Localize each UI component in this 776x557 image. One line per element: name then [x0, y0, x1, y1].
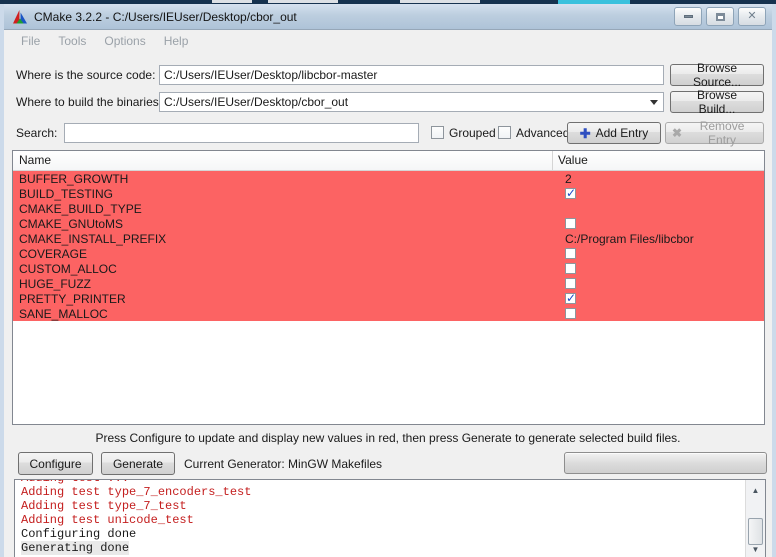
variable-value[interactable]: 2 [559, 172, 764, 186]
maximize-button[interactable] [706, 7, 734, 26]
menu-help[interactable]: Help [155, 34, 198, 48]
column-header-value[interactable]: Value [553, 151, 764, 170]
table-row[interactable]: PRETTY_PRINTER [13, 291, 764, 306]
menu-bar: File Tools Options Help [4, 30, 772, 52]
value-checkbox-checked[interactable] [565, 293, 576, 304]
hint-text: Press Configure to update and display ne… [4, 431, 772, 445]
log-line: Generating done [21, 541, 745, 555]
search-label: Search: [16, 123, 57, 143]
add-entry-button[interactable]: ✚Add Entry [567, 122, 661, 144]
search-input[interactable] [64, 123, 419, 143]
variable-value[interactable] [559, 263, 764, 274]
background-window-fragment [212, 0, 252, 3]
cmake-logo-icon [12, 9, 28, 25]
variable-value[interactable] [559, 293, 764, 304]
screenshot-root: { "window": { "title": "CMake 3.2.2 - C:… [0, 0, 776, 557]
value-checkbox-unchecked[interactable] [565, 263, 576, 274]
browse-build-button[interactable]: Browse Build... [670, 91, 764, 113]
table-row[interactable]: HUGE_FUZZ [13, 276, 764, 291]
column-header-name[interactable]: Name [13, 151, 553, 170]
title-bar[interactable]: CMake 3.2.2 - C:/Users/IEUser/Desktop/cb… [4, 4, 772, 30]
log-line: Adding test unicode_test [21, 513, 745, 527]
variable-name: PRETTY_PRINTER [13, 292, 559, 306]
cache-table: Name Value BUFFER_GROWTH2BUILD_TESTINGCM… [12, 150, 765, 425]
value-checkbox-unchecked[interactable] [565, 218, 576, 229]
log-line: Configuring done [21, 527, 745, 541]
variable-value[interactable] [559, 188, 764, 199]
table-header: Name Value [13, 151, 764, 171]
close-icon: ✕ [747, 11, 756, 22]
variable-name: CMAKE_INSTALL_PREFIX [13, 232, 559, 246]
generate-button[interactable]: Generate [101, 452, 175, 475]
configure-button[interactable]: Configure [18, 452, 93, 475]
value-checkbox-unchecked[interactable] [565, 248, 576, 259]
table-row[interactable]: CMAKE_INSTALL_PREFIXC:/Program Files/lib… [13, 231, 764, 246]
menu-options[interactable]: Options [95, 34, 154, 48]
variable-value[interactable] [559, 278, 764, 289]
table-row[interactable]: COVERAGE [13, 246, 764, 261]
variable-name: CMAKE_BUILD_TYPE [13, 202, 559, 216]
variable-name: BUFFER_GROWTH [13, 172, 559, 186]
minimize-icon [684, 15, 693, 18]
variable-name: BUILD_TESTING [13, 187, 559, 201]
window-title: CMake 3.2.2 - C:/Users/IEUser/Desktop/cb… [34, 10, 297, 24]
menu-file[interactable]: File [12, 34, 49, 48]
maximize-icon [716, 13, 725, 21]
minimize-button[interactable] [674, 7, 702, 26]
combobox-dropdown-icon[interactable] [650, 100, 658, 105]
scroll-up-icon[interactable]: ▲ [747, 482, 764, 498]
grouped-checkbox[interactable] [431, 126, 444, 139]
advanced-checkbox[interactable] [498, 126, 511, 139]
variable-value[interactable]: C:/Program Files/libcbor [559, 232, 764, 246]
table-row[interactable]: CMAKE_BUILD_TYPE [13, 201, 764, 216]
client-area: Where is the source code: Browse Source.… [4, 52, 772, 557]
build-binaries-combobox[interactable] [159, 92, 664, 112]
variable-name: COVERAGE [13, 247, 559, 261]
advanced-label[interactable]: Advanced [516, 123, 569, 143]
log-line: Adding test type_7_test [21, 499, 745, 513]
variable-value[interactable] [559, 248, 764, 259]
variable-name: CMAKE_GNUtoMS [13, 217, 559, 231]
grouped-label[interactable]: Grouped [449, 123, 496, 143]
add-plus-icon: ✚ [580, 127, 591, 140]
variable-value[interactable] [559, 218, 764, 229]
table-row[interactable]: BUFFER_GROWTH2 [13, 171, 764, 186]
build-binaries-label: Where to build the binaries: [16, 92, 162, 112]
log-output[interactable]: Adding test ...Adding test type_7_encode… [14, 479, 766, 557]
log-scrollbar[interactable]: ▲ ▼ [745, 480, 765, 557]
log-line: Adding test type_7_encoders_test [21, 485, 745, 499]
background-window-fragment [400, 0, 480, 3]
value-checkbox-unchecked[interactable] [565, 278, 576, 289]
variable-name: SANE_MALLOC [13, 307, 559, 321]
source-code-label: Where is the source code: [16, 65, 155, 85]
close-button[interactable]: ✕ [738, 7, 766, 26]
browse-source-button[interactable]: Browse Source... [670, 64, 764, 86]
table-row[interactable]: CMAKE_GNUtoMS [13, 216, 764, 231]
log-lines: Adding test ...Adding test type_7_encode… [15, 479, 745, 555]
variable-name: CUSTOM_ALLOC [13, 262, 559, 276]
value-checkbox-unchecked[interactable] [565, 308, 576, 319]
value-checkbox-checked[interactable] [565, 188, 576, 199]
source-code-input[interactable] [159, 65, 664, 85]
remove-entry-button[interactable]: ✖Remove Entry [665, 122, 764, 144]
table-row[interactable]: SANE_MALLOC [13, 306, 764, 321]
menu-tools[interactable]: Tools [49, 34, 95, 48]
background-window-fragment [268, 0, 338, 3]
variable-name: HUGE_FUZZ [13, 277, 559, 291]
variable-value[interactable] [559, 308, 764, 319]
current-generator-text: Current Generator: MinGW Makefiles [184, 453, 382, 476]
scroll-down-icon[interactable]: ▼ [747, 541, 764, 557]
table-row[interactable]: BUILD_TESTING [13, 186, 764, 201]
table-rows: BUFFER_GROWTH2BUILD_TESTINGCMAKE_BUILD_T… [13, 171, 764, 321]
table-row[interactable]: CUSTOM_ALLOC [13, 261, 764, 276]
progress-bar [564, 452, 767, 474]
remove-x-icon: ✖ [672, 127, 682, 139]
cmake-window: CMake 3.2.2 - C:/Users/IEUser/Desktop/cb… [0, 4, 776, 557]
